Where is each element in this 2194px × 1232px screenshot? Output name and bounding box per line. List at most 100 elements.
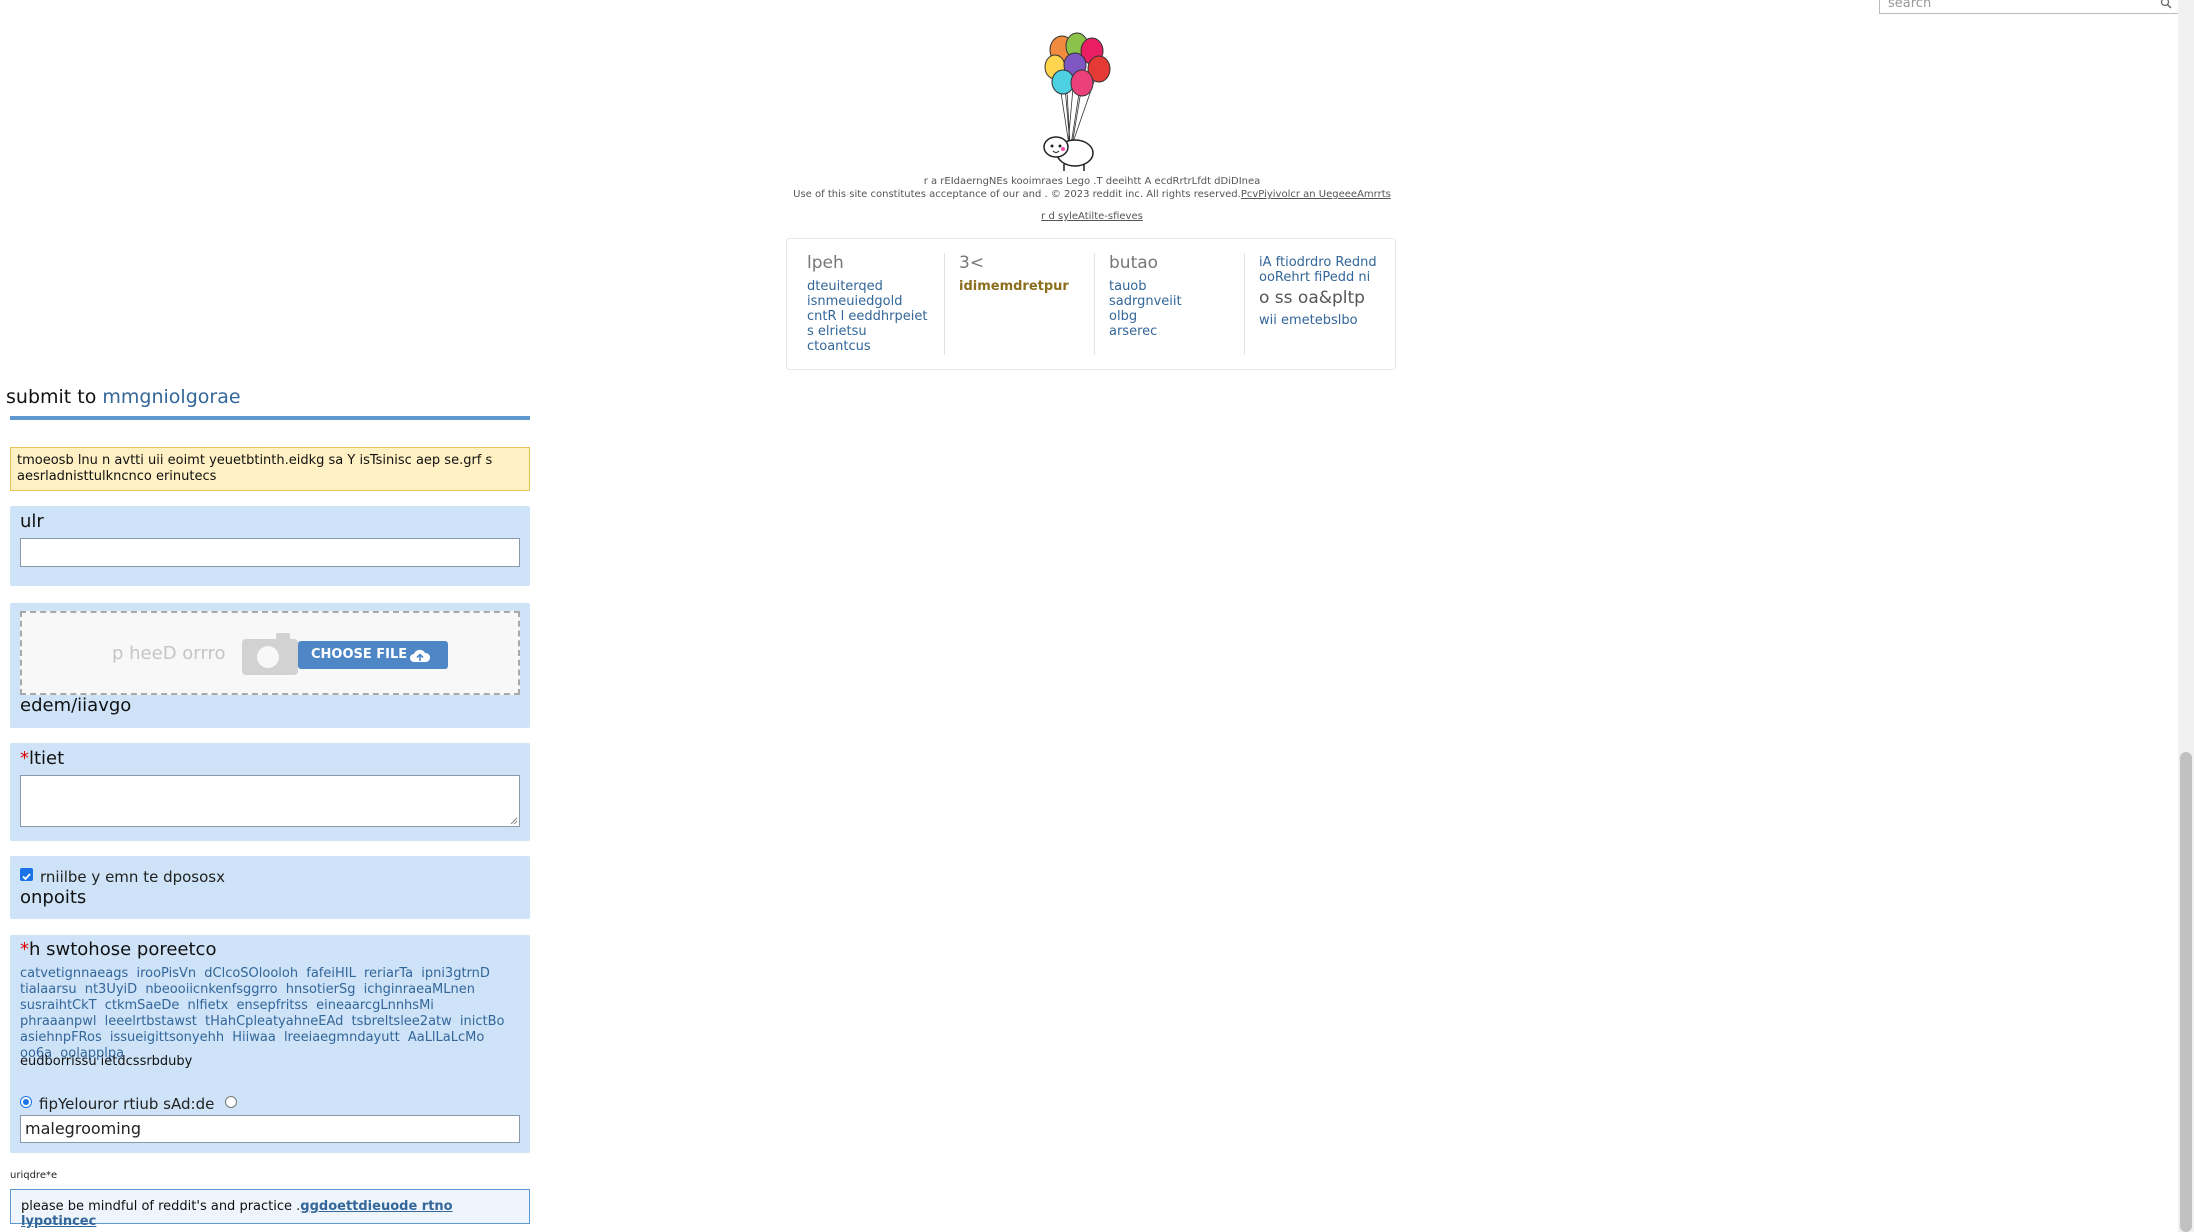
privacy-agreement-link[interactable]: PcvPiyivolcr an UegeeeAmrrts — [1241, 189, 1391, 200]
footer-col-gold: 3< idimemdretpur — [959, 253, 1069, 294]
url-label: ulr — [20, 511, 44, 532]
subreddit-link[interactable]: nt3UyiD — [85, 982, 137, 997]
footer-legal-line: r a rEIdaerngNEs kooimraes Lego .T deeih… — [923, 176, 1261, 187]
community-value: malegrooming — [25, 1119, 141, 1138]
subreddit-link[interactable]: eineaarcgLnnhsMi — [316, 998, 434, 1013]
subreddit-link[interactable]: reriarTa — [364, 966, 413, 981]
scrollbar-thumb[interactable] — [2180, 752, 2192, 1232]
subreddit-link[interactable]: ctkmSaeDe — [105, 998, 180, 1013]
footer-link[interactable]: tauob — [1109, 279, 1182, 294]
footer-col-heading: o ss oa&pltp — [1259, 288, 1365, 308]
title-panel: *ltiet — [10, 743, 530, 841]
footer-col-heading: butao — [1109, 253, 1159, 273]
search-icon[interactable] — [2160, 0, 2172, 9]
url-panel: ulr — [10, 506, 530, 586]
reply-notification-checkbox[interactable] — [20, 868, 33, 881]
mod-policy-link[interactable]: r d syleAtilte-sfieves — [1041, 211, 1143, 222]
footer-link[interactable]: s elrietsu — [807, 324, 927, 339]
subreddit-link[interactable]: asiehnpFRos — [20, 1030, 102, 1045]
subreddit-link[interactable]: lreeiaegmndayutt — [284, 1030, 400, 1045]
footer-link[interactable]: olbg — [1109, 309, 1182, 324]
footer-col-heading: lpeh — [807, 253, 844, 273]
title-label: ltiet — [29, 748, 65, 769]
file-drop-zone[interactable]: p heeD orrro CHOOSE FILE — [20, 611, 520, 695]
footer-link[interactable]: isnmeuiedgold — [807, 294, 927, 309]
footer-link[interactable]: wii emetebslbo — [1259, 313, 1377, 328]
subreddit-link[interactable]: dClcoSOlooloh — [204, 966, 298, 981]
reddiquette-text: please be mindful of reddit's and practi… — [21, 1199, 301, 1214]
page-title: submit to mmgniolgorae — [6, 386, 241, 408]
footer-link[interactable]: dteuiterqed — [807, 279, 927, 294]
checkmark-icon — [22, 873, 31, 881]
page-title-prefix: submit to — [6, 386, 97, 408]
footer-divider — [1244, 253, 1245, 355]
popular-subreddits-list: catvetignnaeags irooPisVn dClcoSOlooloh … — [20, 966, 520, 1062]
choose-file-label: CHOOSE FILE — [311, 647, 408, 662]
subreddit-link[interactable]: nbeooiicnkenfsggrro — [145, 982, 277, 997]
footer-divider — [1094, 253, 1095, 355]
subreddit-link[interactable]: AaLlLaLcMo — [408, 1030, 484, 1045]
subreddit-link[interactable]: tialaarsu — [20, 982, 77, 997]
community-panel: *h swtohose poreetco catvetignnaeags iro… — [10, 935, 530, 1153]
subscribed-note: eudborrissu ietdcssrbduby — [20, 1054, 193, 1069]
subreddit-link[interactable]: irooPisVn — [136, 966, 196, 981]
title-label-row: *ltiet — [20, 748, 64, 769]
reddit-balloon-mascot — [1043, 32, 1111, 171]
options-label: onpoits — [20, 887, 87, 908]
url-field[interactable] — [20, 538, 520, 567]
footer-links-box: lpeh dteuiterqed isnmeuiedgold cntR l ee… — [786, 238, 1396, 370]
drop-zone-text: p heeD orrro — [112, 643, 226, 664]
subreddit-link[interactable]: catvetignnaeags — [20, 966, 128, 981]
community-input[interactable]: malegrooming — [20, 1115, 520, 1143]
subreddit-link[interactable]: issueigittsonyehh — [110, 1030, 224, 1045]
subreddit-link[interactable]: ipni3gtrnD — [421, 966, 490, 981]
subreddit-title-link[interactable]: mmgniolgorae — [102, 386, 240, 408]
media-label: edem/iiavgo — [20, 695, 132, 716]
subreddit-link[interactable]: tsbreltslee2atw — [352, 1014, 452, 1029]
title-textarea[interactable] — [20, 775, 520, 827]
subreddit-link[interactable]: ichginraeaMLnen — [364, 982, 475, 997]
footer-col-about: butao tauob sadrgnveiit olbg arserec — [1109, 253, 1182, 339]
subreddit-link[interactable]: Hiiwaa — [232, 1030, 276, 1045]
footer-link[interactable]: ctoantcus — [807, 339, 927, 354]
reddiquette-note: please be mindful of reddit's and practi… — [10, 1189, 530, 1229]
subreddit-link[interactable]: phraaanpwl — [20, 1014, 96, 1029]
footer-link[interactable]: sadrgnveiit — [1109, 294, 1182, 309]
footer-terms-line: Use of this site constitutes acceptance … — [792, 189, 1392, 200]
cloud-upload-icon — [410, 649, 431, 662]
search-placeholder: search — [1888, 0, 1932, 11]
choose-file-button[interactable]: CHOOSE FILE — [298, 641, 448, 669]
footer-col-heading: 3< — [959, 253, 985, 273]
footer-link[interactable]: arserec — [1109, 324, 1182, 339]
options-panel: rniilbe y emn te dpososx onpoits — [10, 856, 530, 919]
subreddit-link[interactable]: leeelrtbstawst — [105, 1014, 197, 1029]
radio-your-profile[interactable] — [20, 1096, 32, 1108]
footer-col-help: lpeh dteuiterqed isnmeuiedgold cntR l ee… — [807, 253, 927, 354]
footer-link[interactable]: cntR l eeddhrpeiet — [807, 309, 927, 324]
footer-divider — [944, 253, 945, 355]
subreddit-link[interactable]: susraihtCkT — [20, 998, 97, 1013]
footer-link[interactable]: ooRehrt fiPedd ni — [1259, 270, 1377, 285]
radio-label: fipYelouror rtiub sAd:de — [39, 1095, 215, 1113]
submission-notice: tmoeosb lnu n avtti uii eoimt yeuetbtint… — [10, 447, 530, 491]
community-label: h swtohose poreetco — [29, 939, 217, 960]
required-marker: * — [20, 748, 29, 769]
subreddit-link[interactable]: hnsotierSg — [286, 982, 356, 997]
subreddit-link[interactable]: nlfietx — [188, 998, 229, 1013]
footer-link[interactable]: iA ftiodrdro Rednd — [1259, 255, 1377, 270]
resize-handle-icon[interactable] — [510, 817, 518, 825]
footer-mod-policy: r d syleAtilte-sfieves — [792, 211, 1392, 222]
footer-link-gold[interactable]: idimemdretpur — [959, 279, 1069, 294]
required-legend: uriqdre*e — [10, 1170, 58, 1181]
media-panel: p heeD orrro CHOOSE FILE edem/iiavgo — [10, 603, 530, 728]
checkbox-label: rniilbe y emn te dpososx — [40, 868, 225, 886]
subreddit-link[interactable]: fafeiHIL — [306, 966, 356, 981]
subreddit-link[interactable]: tHahCpleatyahneEAd — [205, 1014, 343, 1029]
radio-subreddit[interactable] — [225, 1096, 237, 1108]
subreddit-link[interactable]: ensepfritss — [237, 998, 308, 1013]
subreddit-link[interactable]: inictBo — [460, 1014, 505, 1029]
community-label-row: *h swtohose poreetco — [20, 939, 216, 960]
search-input[interactable]: search — [1879, 0, 2179, 14]
required-marker: * — [20, 939, 29, 960]
title-underline — [10, 416, 530, 420]
